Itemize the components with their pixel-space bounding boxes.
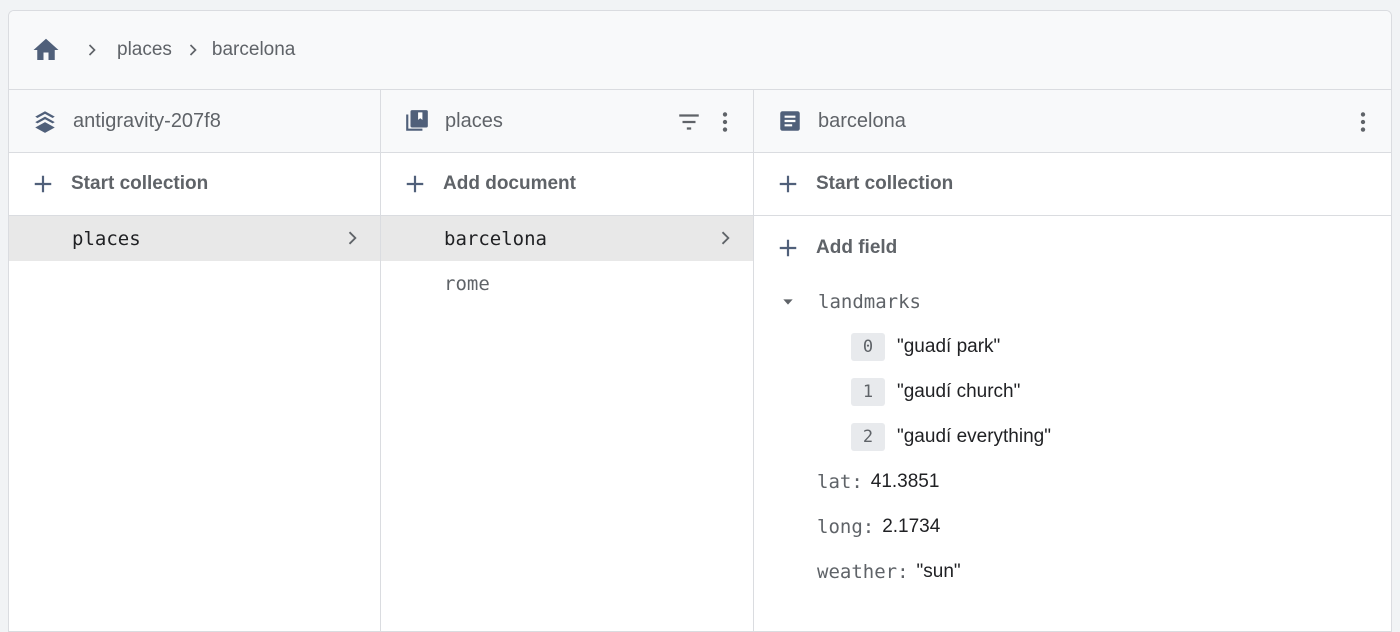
array-index: 0 xyxy=(851,332,885,361)
field-weather[interactable]: weather: "sun" xyxy=(754,549,1391,594)
start-collection-label: Start collection xyxy=(71,173,209,194)
array-value: "guadí park" xyxy=(897,335,1001,357)
firestore-layers-icon xyxy=(31,107,59,135)
array-item[interactable]: 1 "gaudí church" xyxy=(754,369,1391,414)
start-subcollection-button[interactable]: Start collection xyxy=(754,153,1391,216)
chevron-right-icon xyxy=(713,226,737,250)
chevron-right-icon xyxy=(340,226,364,250)
more-vert-icon[interactable] xyxy=(1349,108,1377,136)
field-lat[interactable]: lat: 41.3851 xyxy=(754,459,1391,504)
array-item[interactable]: 0 "guadí park" xyxy=(754,324,1391,369)
document-icon xyxy=(776,107,804,135)
array-index: 1 xyxy=(851,377,885,406)
add-document-label: Add document xyxy=(443,173,576,194)
field-key: weather: xyxy=(817,560,909,583)
document-title: barcelona xyxy=(818,109,906,132)
plus-icon xyxy=(776,172,800,196)
collection-item-label: places xyxy=(72,227,141,250)
array-index: 2 xyxy=(851,422,885,451)
project-panel: antigravity-207f8 Start collection place… xyxy=(9,90,381,631)
field-key: long: xyxy=(817,515,875,538)
document-header-actions xyxy=(1349,90,1377,153)
array-item[interactable]: 2 "gaudí everything" xyxy=(754,414,1391,459)
start-subcollection-label: Start collection xyxy=(816,173,954,194)
expand-triangle-icon[interactable] xyxy=(778,292,798,312)
panels: antigravity-207f8 Start collection place… xyxy=(9,90,1391,631)
more-vert-icon[interactable] xyxy=(711,108,739,136)
breadcrumb-item-barcelona[interactable]: barcelona xyxy=(212,39,295,61)
breadcrumb-item-places[interactable]: places xyxy=(117,39,172,61)
plus-icon xyxy=(776,236,800,260)
field-long[interactable]: long: 2.1734 xyxy=(754,504,1391,549)
collection-panel: places Add document barcelona rome xyxy=(381,90,754,631)
chevron-right-icon xyxy=(178,40,208,60)
collection-title: places xyxy=(445,109,503,132)
field-landmarks[interactable]: landmarks xyxy=(754,279,1391,324)
home-icon[interactable] xyxy=(31,35,61,65)
document-panel-header: barcelona xyxy=(754,90,1391,153)
collection-panel-header: places xyxy=(381,90,753,153)
document-item-rome[interactable]: rome xyxy=(381,261,753,306)
array-value: "gaudí church" xyxy=(897,380,1021,402)
document-item-label: rome xyxy=(444,272,490,295)
document-item-label: barcelona xyxy=(444,227,547,250)
field-value: 41.3851 xyxy=(870,470,940,492)
filter-icon[interactable] xyxy=(675,108,703,136)
collection-icon xyxy=(403,107,431,135)
field-key: lat: xyxy=(817,470,863,493)
field-key: landmarks xyxy=(818,290,921,313)
plus-icon xyxy=(31,172,55,196)
collection-header-actions xyxy=(675,90,739,153)
breadcrumb: places barcelona xyxy=(9,11,1391,90)
field-value: 2.1734 xyxy=(882,515,941,537)
project-panel-header: antigravity-207f8 xyxy=(9,90,380,153)
add-field-button[interactable]: Add field xyxy=(754,216,1391,279)
chevron-right-icon xyxy=(77,40,107,60)
field-value: "sun" xyxy=(916,560,961,582)
array-value: "gaudí everything" xyxy=(897,425,1051,447)
start-collection-button[interactable]: Start collection xyxy=(9,153,380,216)
plus-icon xyxy=(403,172,427,196)
collection-item-places[interactable]: places xyxy=(9,216,380,261)
project-title: antigravity-207f8 xyxy=(73,109,221,132)
document-item-barcelona[interactable]: barcelona xyxy=(381,216,753,261)
firestore-console: places barcelona antigravity-207f8 Start… xyxy=(8,10,1392,632)
add-field-label: Add field xyxy=(816,236,898,258)
add-document-button[interactable]: Add document xyxy=(381,153,753,216)
document-panel: barcelona Start collection Add field lan… xyxy=(754,90,1391,631)
